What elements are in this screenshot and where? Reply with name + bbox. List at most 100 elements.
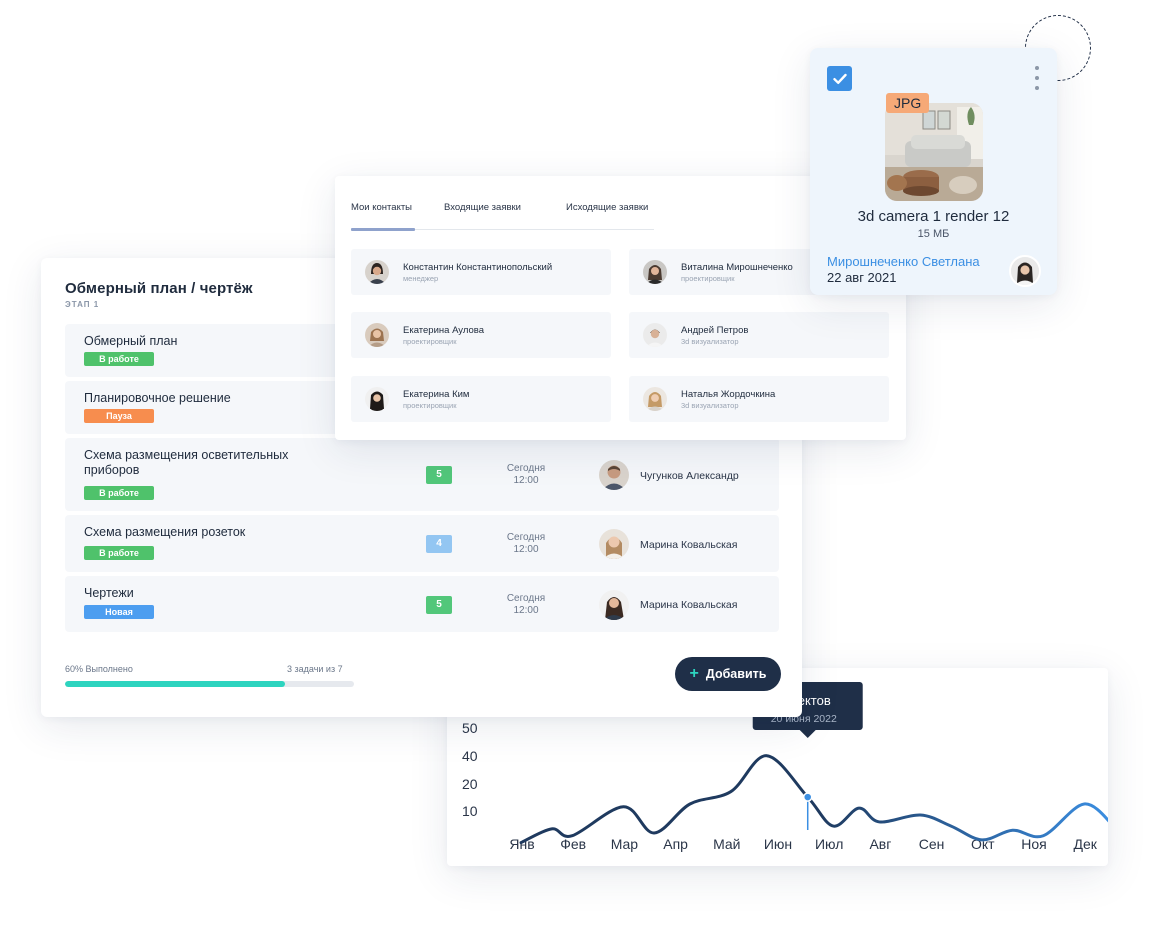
person-icon xyxy=(599,529,629,559)
task-row[interactable]: Чертежи Новая 5 Сегодня 12:00 Марина Ков… xyxy=(65,576,779,632)
task-row[interactable]: Схема размещения осветительных приборов … xyxy=(65,438,779,511)
y-tick-label: 50 xyxy=(462,720,478,736)
due-day: Сегодня xyxy=(506,532,546,543)
person-icon xyxy=(643,323,667,347)
y-tick-label: 40 xyxy=(462,748,478,764)
due-time: 12:00 xyxy=(513,605,539,616)
file-type-badge: JPG xyxy=(886,93,930,113)
assignee-name: Марина Ковальская xyxy=(640,599,738,611)
assignee-name: Марина Ковальская xyxy=(640,539,738,551)
due-time: 12:00 xyxy=(513,475,539,486)
contact-card[interactable]: Наталья Жордочкина 3d визуализатор xyxy=(629,376,889,422)
progress-bar xyxy=(65,681,354,687)
person-icon xyxy=(365,260,389,284)
person-icon xyxy=(643,260,667,284)
comments-count-badge[interactable]: 4 xyxy=(426,535,452,553)
contact-role: менеджер xyxy=(403,274,439,283)
person-icon xyxy=(643,387,667,411)
contact-name: Екатерина Ким xyxy=(403,389,470,400)
contact-avatar xyxy=(365,260,389,284)
person-icon xyxy=(599,460,629,490)
task-row[interactable]: Схема размещения розеток В работе 4 Сего… xyxy=(65,515,779,572)
task-panel-stage: ЭТАП 1 xyxy=(65,300,100,309)
assignee-avatar[interactable] xyxy=(599,460,629,490)
task-name: Чертежи xyxy=(84,586,134,600)
contact-card[interactable]: Андрей Петров 3d визуализатор xyxy=(629,312,889,358)
due-day: Сегодня xyxy=(506,593,546,604)
add-button-label: Добавить xyxy=(705,667,767,681)
status-badge: В работе xyxy=(84,352,154,366)
x-tick-label: Авг xyxy=(869,836,891,852)
status-badge: В работе xyxy=(84,486,154,500)
assignee-avatar[interactable] xyxy=(599,529,629,559)
x-tick-label: Дек xyxy=(1073,836,1097,852)
status-badge: В работе xyxy=(84,546,154,560)
contact-role: 3d визуализатор xyxy=(681,337,739,346)
contact-name: Константин Константинопольский xyxy=(403,262,553,273)
x-tick-label: Июн xyxy=(764,836,792,852)
contact-avatar xyxy=(643,260,667,284)
file-thumbnail[interactable] xyxy=(885,103,983,201)
x-tick-label: Май xyxy=(713,836,740,852)
checkmark-icon xyxy=(832,73,847,84)
contact-role: 3d визуализатор xyxy=(681,401,739,410)
room-render-image xyxy=(885,103,983,201)
file-size: 15 МБ xyxy=(917,228,950,240)
x-tick-label: Июл xyxy=(815,836,843,852)
task-name: Схема размещения осветительных приборов xyxy=(84,448,289,477)
task-name: Планировочное решение xyxy=(84,391,231,405)
contacts-tabs: Мои контакты Входящие заявки Исходящие з… xyxy=(351,202,654,231)
comments-count-badge[interactable]: 5 xyxy=(426,596,452,614)
progress-label: 60% Выполнено xyxy=(65,664,133,674)
contact-avatar xyxy=(365,323,389,347)
task-name: Обмерный план xyxy=(84,334,178,348)
person-icon xyxy=(599,590,629,620)
status-badge: Пауза xyxy=(84,409,154,423)
file-name: 3d camera 1 render 12 xyxy=(857,208,1010,225)
plus-icon: + xyxy=(689,665,699,682)
contact-name: Наталья Жордочкина xyxy=(681,389,776,400)
due-time: 12:00 xyxy=(513,544,539,555)
contact-avatar xyxy=(643,323,667,347)
file-owner-avatar[interactable] xyxy=(1009,255,1041,287)
series-line xyxy=(519,754,1108,845)
x-tick-label: Сен xyxy=(919,836,945,852)
add-button[interactable]: + Добавить xyxy=(675,657,781,691)
tab-outgoing-requests[interactable]: Исходящие заявки xyxy=(566,202,648,213)
more-options-icon[interactable] xyxy=(1031,64,1043,92)
x-tick-label: Мар xyxy=(611,836,639,852)
x-tick-label: Ноя xyxy=(1021,836,1046,852)
person-icon xyxy=(1011,257,1039,285)
tab-my-contacts[interactable]: Мои контакты xyxy=(351,202,412,213)
contact-card[interactable]: Екатерина Ким проектировщик xyxy=(351,376,611,422)
file-owner-name[interactable]: Мирошнеченко Светлана xyxy=(827,254,980,269)
contact-avatar xyxy=(643,387,667,411)
y-tick-label: 20 xyxy=(462,776,478,792)
contact-card[interactable]: Константин Константинопольский менеджер xyxy=(351,249,611,295)
task-name: Схема размещения розеток xyxy=(84,525,246,539)
contact-avatar xyxy=(365,387,389,411)
file-checkbox[interactable] xyxy=(827,66,852,91)
x-tick-label: Фев xyxy=(560,836,586,852)
due-date: Сегодня 12:00 xyxy=(490,532,562,556)
task-panel-title: Обмерный план / чертёж xyxy=(65,280,253,297)
assignee-avatar[interactable] xyxy=(599,590,629,620)
contact-card[interactable]: Екатерина Аулова проектировщик xyxy=(351,312,611,358)
tab-incoming-requests[interactable]: Входящие заявки xyxy=(444,202,521,213)
comments-count-badge[interactable]: 5 xyxy=(426,466,452,484)
due-day: Сегодня xyxy=(506,463,546,474)
status-badge: Новая xyxy=(84,605,154,619)
file-card[interactable]: JPG 3d camera 1 render 12 15 МБ Мирошнеч… xyxy=(810,48,1057,295)
contact-role: проектировщик xyxy=(403,337,457,346)
contact-role: проектировщик xyxy=(403,401,457,410)
due-date: Сегодня 12:00 xyxy=(490,593,562,617)
assignee-name: Чугунков Александр xyxy=(640,470,739,482)
person-icon xyxy=(365,387,389,411)
highlight-point[interactable] xyxy=(802,792,813,802)
contact-name: Екатерина Аулова xyxy=(403,325,484,336)
progress-count: 3 задачи из 7 xyxy=(287,664,343,674)
progress-bar-fill xyxy=(65,681,285,687)
active-tab-indicator xyxy=(351,228,415,231)
tooltip-title: ектов xyxy=(798,693,831,708)
y-tick-label: 10 xyxy=(462,803,478,819)
